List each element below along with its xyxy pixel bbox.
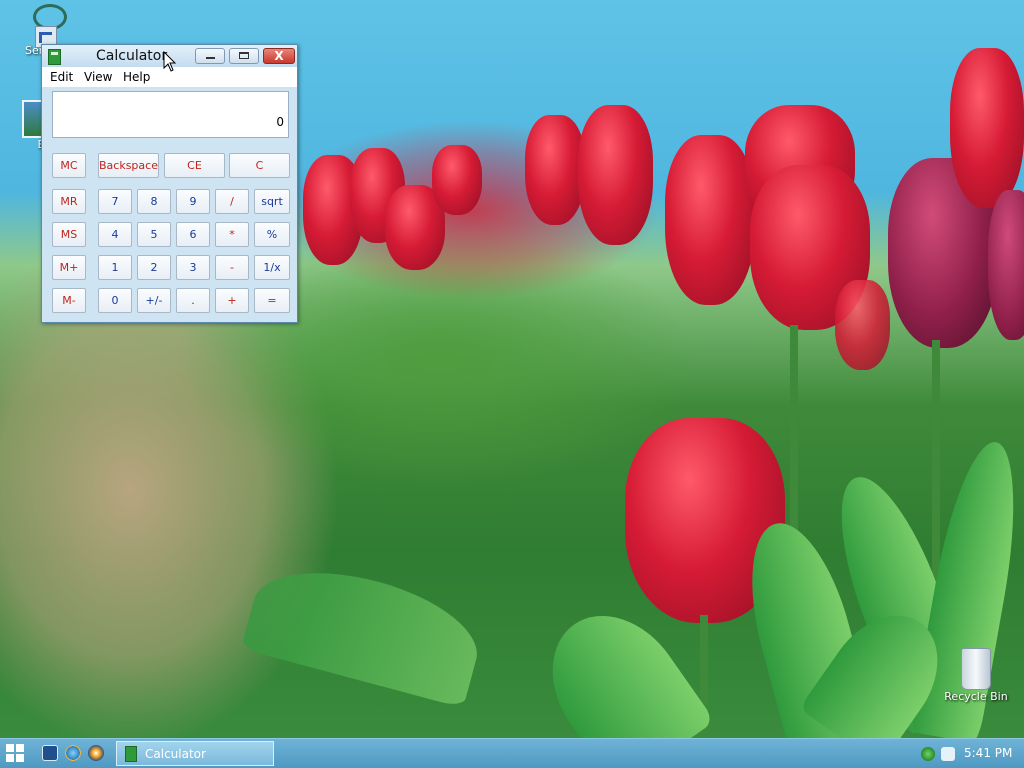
tulip <box>665 135 755 305</box>
close-icon: X <box>274 49 284 63</box>
digit-2-button[interactable]: 2 <box>137 255 171 280</box>
reciprocal-button[interactable]: 1/x <box>254 255 290 280</box>
menu-view[interactable]: View <box>84 70 112 84</box>
tulip <box>835 280 890 370</box>
desktop-icon-recycle-bin[interactable]: Recycle Bin <box>941 648 1011 703</box>
ms-button[interactable]: MS <box>52 222 86 247</box>
digit-1-button[interactable]: 1 <box>98 255 132 280</box>
equals-button[interactable]: = <box>254 288 290 313</box>
backspace-button[interactable]: Backspace <box>98 153 159 178</box>
desktop-icon[interactable] <box>42 745 58 761</box>
digit-9-button[interactable]: 9 <box>176 189 210 214</box>
multiply-button[interactable]: * <box>215 222 249 247</box>
tulip <box>950 48 1024 208</box>
digit-7-button[interactable]: 7 <box>98 189 132 214</box>
clock[interactable]: 5:41 PM <box>964 746 1012 760</box>
taskbar-calculator-button[interactable]: Calculator <box>116 741 274 766</box>
close-button[interactable]: X <box>263 48 295 64</box>
start-button[interactable] <box>6 744 24 762</box>
calculator-window[interactable]: Calculator X Edit View Help 0 MC Backspa… <box>41 44 298 323</box>
window-title: Calculator <box>96 48 168 64</box>
desktop-icon-label: Recycle Bin <box>944 690 1008 703</box>
digit-4-button[interactable]: 4 <box>98 222 132 247</box>
percent-button[interactable]: % <box>254 222 290 247</box>
calculator-app-icon <box>125 746 137 762</box>
minimize-icon <box>206 57 215 59</box>
recycle-bin-icon <box>961 648 991 690</box>
m-plus-button[interactable]: M+ <box>52 255 86 280</box>
taskbar: Calculator 5:41 PM <box>0 738 1024 768</box>
ce-button[interactable]: CE <box>164 153 225 178</box>
mc-button[interactable]: MC <box>52 153 86 178</box>
mr-button[interactable]: MR <box>52 189 86 214</box>
internet-explorer-icon[interactable] <box>65 745 81 761</box>
security-shield-icon[interactable] <box>921 747 935 761</box>
digit-6-button[interactable]: 6 <box>176 222 210 247</box>
sign-toggle-button[interactable]: +/- <box>137 288 171 313</box>
volume-icon[interactable] <box>941 747 955 761</box>
subtract-button[interactable]: - <box>215 255 249 280</box>
menu-help[interactable]: Help <box>123 70 150 84</box>
minimize-button[interactable] <box>195 48 225 64</box>
calculator-display: 0 <box>52 91 289 138</box>
m-minus-button[interactable]: M- <box>52 288 86 313</box>
tulip <box>525 115 585 225</box>
digit-0-button[interactable]: 0 <box>98 288 132 313</box>
clear-button[interactable]: C <box>229 153 290 178</box>
maximize-button[interactable] <box>229 48 259 64</box>
serpent-app-icon <box>19 2 67 48</box>
digit-3-button[interactable]: 3 <box>176 255 210 280</box>
mouse-cursor-icon <box>163 51 177 72</box>
media-player-icon[interactable] <box>88 745 104 761</box>
menu-edit[interactable]: Edit <box>50 70 73 84</box>
tulip <box>578 105 653 245</box>
divide-button[interactable]: / <box>215 189 249 214</box>
digit-5-button[interactable]: 5 <box>137 222 171 247</box>
tulip <box>432 145 482 215</box>
tulip <box>988 190 1024 340</box>
decimal-button[interactable]: . <box>176 288 210 313</box>
maximize-icon <box>239 52 249 59</box>
digit-8-button[interactable]: 8 <box>137 189 171 214</box>
add-button[interactable]: + <box>215 288 249 313</box>
display-value: 0 <box>276 115 284 129</box>
sqrt-button[interactable]: sqrt <box>254 189 290 214</box>
calculator-app-icon <box>48 49 61 65</box>
taskbar-calculator-label: Calculator <box>145 747 206 761</box>
